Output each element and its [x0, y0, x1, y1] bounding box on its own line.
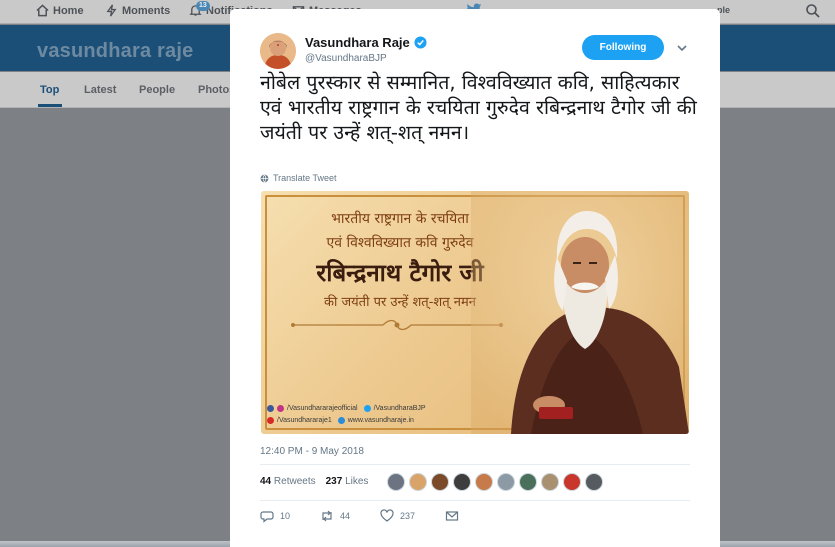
nav-moments[interactable]: Moments — [105, 4, 170, 17]
heart-icon — [380, 509, 394, 522]
nav-home[interactable]: Home — [36, 4, 84, 17]
home-icon — [36, 4, 49, 17]
verified-badge-icon — [414, 36, 427, 49]
liker-avatar[interactable] — [497, 473, 515, 491]
web-icon — [337, 417, 345, 424]
tweet-timestamp[interactable]: 12:40 PM - 9 May 2018 — [260, 446, 364, 457]
tweet-image[interactable]: भारतीय राष्ट्रगान के रचयिता एवं विश्वविख… — [261, 191, 689, 434]
liker-avatars — [387, 473, 603, 491]
retweet-icon — [322, 510, 332, 522]
twitter-icon — [363, 405, 371, 412]
poster-social-youtube: /Vasundhararaje1 — [277, 417, 332, 424]
tab-top[interactable]: Top — [40, 84, 59, 96]
poster-social-facebook: /Vasundhararajeofficial — [287, 405, 358, 412]
tweet-stats: 44 Retweets 237 Likes — [260, 476, 368, 487]
liker-avatar[interactable] — [387, 473, 405, 491]
instagram-icon — [277, 405, 284, 412]
poster-social-twitter: /VasundharaBJP — [373, 405, 426, 412]
liker-avatar[interactable] — [585, 473, 603, 491]
liker-avatar[interactable] — [563, 473, 581, 491]
chevron-down-icon[interactable] — [676, 43, 688, 53]
divider — [260, 500, 690, 501]
reply-icon — [260, 511, 274, 523]
notification-count-badge: 13 — [196, 1, 210, 11]
liker-avatar[interactable] — [475, 473, 493, 491]
translate-tweet-link[interactable]: Translate Tweet — [260, 173, 337, 183]
retweets-count: 44 — [260, 476, 272, 487]
tweet-actions: 10 44 237 — [260, 509, 489, 523]
portrait-illustration — [471, 191, 689, 434]
direct-message-button[interactable] — [445, 509, 459, 523]
retweets-stat[interactable]: 44 Retweets — [260, 476, 316, 487]
poster-social-web: www.vasundharaje.in — [347, 417, 414, 424]
envelope-icon — [445, 511, 459, 521]
retweet-button[interactable]: 44 — [320, 509, 350, 523]
active-tab-indicator — [38, 104, 62, 107]
liker-avatar[interactable] — [431, 473, 449, 491]
search-icon[interactable] — [805, 3, 821, 19]
tab-people[interactable]: People — [139, 84, 175, 96]
liker-avatar[interactable] — [519, 473, 537, 491]
likes-count: 237 — [325, 476, 343, 487]
retweet-action-count: 44 — [340, 511, 351, 521]
like-action-count: 237 — [400, 511, 416, 521]
liker-avatar[interactable] — [409, 473, 427, 491]
reply-count: 10 — [280, 511, 291, 521]
youtube-icon — [267, 417, 274, 424]
liker-avatar[interactable] — [541, 473, 559, 491]
avatar[interactable] — [260, 33, 296, 69]
divider — [260, 464, 690, 465]
reply-button[interactable]: 10 — [260, 509, 290, 523]
likes-label: Likes — [345, 476, 369, 487]
nav-moments-label: Moments — [122, 4, 171, 17]
user-handle[interactable]: @VasundharaBJP — [305, 53, 387, 64]
like-button[interactable]: 237 — [380, 509, 415, 523]
following-button[interactable]: Following — [582, 35, 664, 60]
liker-avatar[interactable] — [453, 473, 471, 491]
tweet-modal: Vasundhara Raje @VasundharaBJP Following… — [230, 9, 720, 547]
translate-tweet-label: Translate Tweet — [273, 173, 337, 183]
globe-icon — [260, 174, 269, 183]
tweet-text: नोबेल पुरस्कार से सम्मानित, विश्वविख्यात… — [260, 71, 697, 144]
search-query-title: vasundhara raje — [37, 40, 194, 62]
nav-home-label: Home — [53, 4, 84, 17]
retweets-label: Retweets — [273, 476, 316, 487]
user-name[interactable]: Vasundhara Raje — [305, 35, 427, 50]
user-name-text: Vasundhara Raje — [305, 35, 410, 50]
facebook-icon — [267, 405, 274, 412]
tab-latest[interactable]: Latest — [84, 84, 116, 96]
lightning-icon — [106, 4, 117, 17]
likes-stat[interactable]: 237 Likes — [326, 476, 369, 487]
